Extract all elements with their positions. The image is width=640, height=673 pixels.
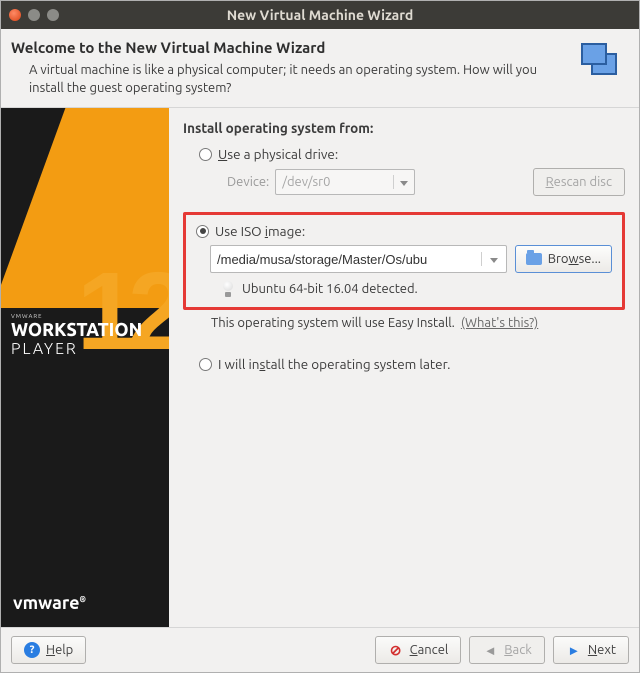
device-value: /dev/sr0 bbox=[282, 175, 330, 189]
iso-path-input[interactable] bbox=[211, 252, 481, 267]
wizard-window: New Virtual Machine Wizard Welcome to th… bbox=[0, 0, 640, 673]
radio-icon bbox=[196, 225, 209, 238]
branding-sidebar: 12 VMWARE WORKSTATION PLAYER vmware® bbox=[1, 108, 169, 627]
chevron-down-icon bbox=[393, 175, 408, 189]
arrow-left-icon: ◄ bbox=[482, 642, 498, 658]
brand-footer: vmware® bbox=[13, 593, 86, 613]
main-panel: Install operating system from: Use a phy… bbox=[169, 108, 639, 627]
next-button[interactable]: ► Next bbox=[553, 636, 629, 664]
radio-icon bbox=[199, 358, 212, 371]
help-icon: ? bbox=[24, 642, 40, 658]
detection-row: Ubuntu 64-bit 16.04 detected. bbox=[196, 281, 612, 297]
rescan-disc-button: Rescan disc bbox=[533, 168, 625, 196]
iso-path-row: Browse... bbox=[196, 245, 612, 273]
detection-text: Ubuntu 64-bit 16.04 detected. bbox=[242, 282, 418, 296]
radio-label: I will install the operating system late… bbox=[218, 356, 450, 372]
wizard-header: Welcome to the New Virtual Machine Wizar… bbox=[1, 29, 639, 108]
page-title: Welcome to the New Virtual Machine Wizar… bbox=[11, 39, 569, 56]
help-label: Help bbox=[46, 643, 73, 657]
radio-use-iso[interactable]: Use ISO image: bbox=[196, 223, 612, 239]
cancel-label: Cancel bbox=[410, 643, 449, 657]
arrow-right-icon: ► bbox=[566, 642, 582, 658]
page-subtitle: A virtual machine is like a physical com… bbox=[11, 62, 569, 97]
back-label: Back bbox=[504, 643, 532, 657]
browse-button[interactable]: Browse... bbox=[515, 245, 612, 273]
titlebar: New Virtual Machine Wizard bbox=[1, 1, 639, 29]
option-physical-drive: Use a physical drive: Device: /dev/sr0 R… bbox=[183, 146, 625, 196]
cancel-button[interactable]: ⊘ Cancel bbox=[375, 636, 462, 664]
product-workstation: WORKSTATION bbox=[11, 320, 142, 340]
radio-install-later[interactable]: I will install the operating system late… bbox=[199, 356, 625, 372]
vm-icon bbox=[577, 39, 625, 87]
folder-icon bbox=[526, 253, 542, 265]
radio-label: Use a physical drive: bbox=[218, 146, 338, 162]
iso-path-combo[interactable] bbox=[210, 245, 507, 273]
window-title: New Virtual Machine Wizard bbox=[1, 7, 639, 23]
wizard-body: 12 VMWARE WORKSTATION PLAYER vmware® Ins… bbox=[1, 108, 639, 627]
device-label: Device: bbox=[227, 175, 269, 189]
section-title: Install operating system from: bbox=[183, 120, 625, 136]
next-label: Next bbox=[588, 643, 616, 657]
whats-this-link[interactable]: (What's this?) bbox=[461, 316, 538, 330]
device-row: Device: /dev/sr0 Rescan disc bbox=[199, 168, 625, 196]
brand-small: VMWARE bbox=[11, 313, 142, 320]
highlighted-iso-option: Use ISO image: Browse... Ubuntu 64-bit 1… bbox=[183, 212, 625, 310]
device-combo: /dev/sr0 bbox=[275, 169, 415, 195]
radio-label: Use ISO image: bbox=[215, 223, 305, 239]
radio-icon bbox=[199, 148, 212, 161]
back-button: ◄ Back bbox=[469, 636, 545, 664]
help-button[interactable]: ? Help bbox=[11, 636, 86, 664]
radio-physical-drive[interactable]: Use a physical drive: bbox=[199, 146, 625, 162]
product-player: PLAYER bbox=[11, 340, 142, 358]
chevron-down-icon[interactable] bbox=[481, 252, 506, 266]
option-install-later: I will install the operating system late… bbox=[183, 356, 625, 378]
easy-install-note: This operating system will use Easy Inst… bbox=[183, 316, 625, 330]
wizard-footer: ? Help ⊘ Cancel ◄ Back ► Next bbox=[1, 627, 639, 672]
browse-label: Browse... bbox=[548, 252, 601, 266]
lightbulb-icon bbox=[222, 281, 234, 297]
cancel-icon: ⊘ bbox=[388, 642, 404, 658]
